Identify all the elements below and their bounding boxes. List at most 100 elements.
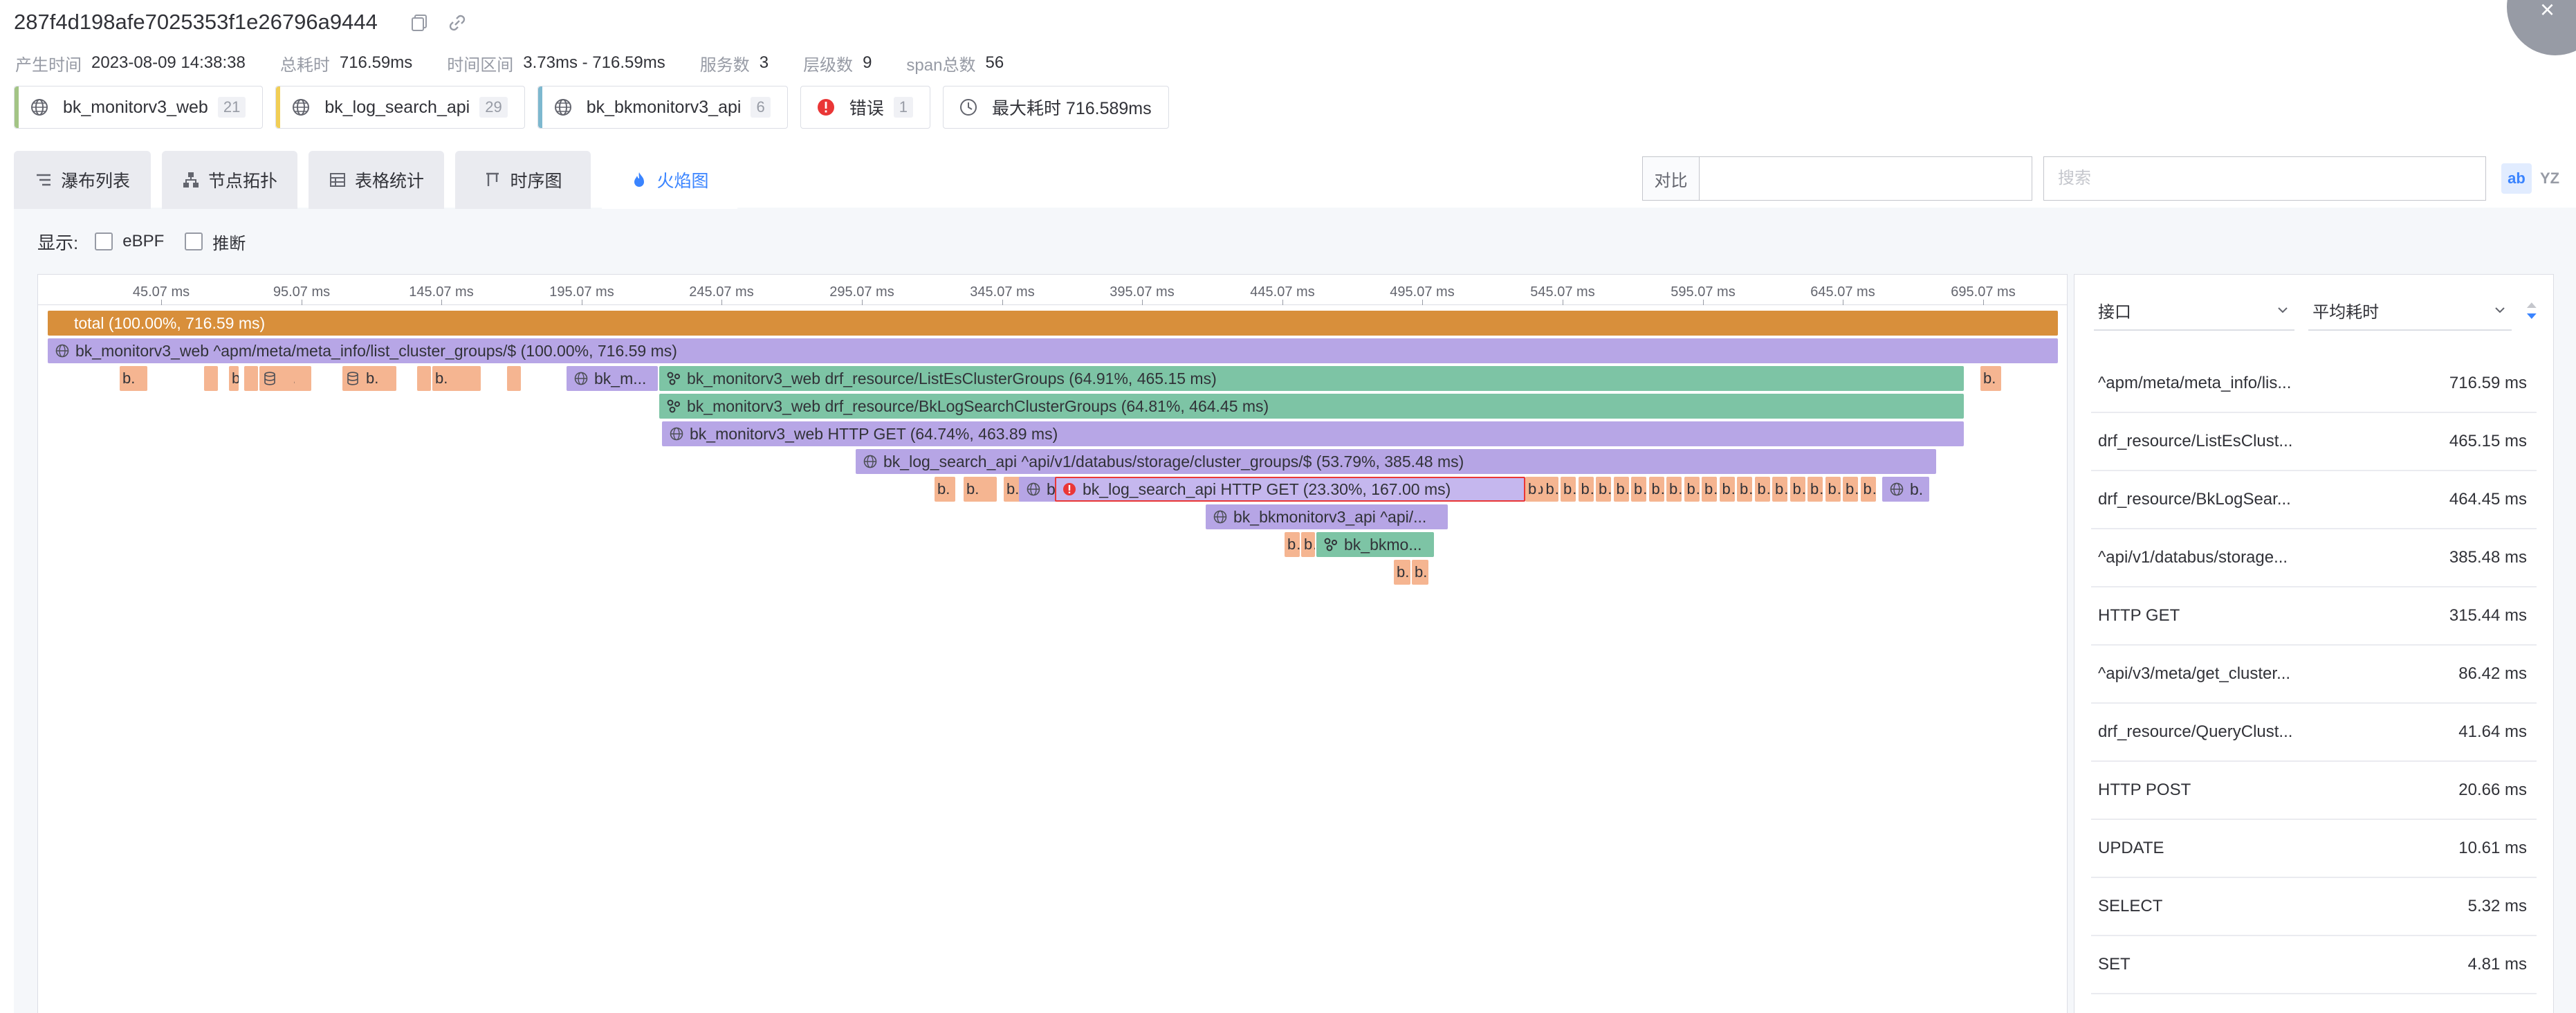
sort-letters-button[interactable]: YZ bbox=[2534, 163, 2565, 194]
axis-tick-label: 495.07 ms bbox=[1390, 284, 1455, 300]
service-tag[interactable]: bk_monitorv3_web 21 bbox=[14, 86, 264, 129]
flame-frame-small[interactable]: b. bbox=[1702, 477, 1717, 502]
flame-frame-small[interactable]: b. bbox=[1825, 477, 1841, 502]
stats-row[interactable]: UPDATE 10.61 ms bbox=[2091, 820, 2537, 878]
tab-waterfall[interactable]: 瀑布列表 bbox=[14, 151, 151, 209]
stats-row[interactable]: SET 4.81 ms bbox=[2091, 936, 2537, 994]
stats-row[interactable]: ^api/v1/databus/storage... 385.48 ms bbox=[2091, 529, 2537, 587]
resize-handle[interactable]: ⋮ bbox=[2068, 897, 2082, 924]
stats-row[interactable]: ^api/v3/meta/get_cluster... 86.42 ms bbox=[2091, 646, 2537, 704]
flame-frame-small[interactable] bbox=[204, 366, 218, 391]
copy-icon[interactable] bbox=[410, 12, 430, 33]
flame-frame[interactable]: bk_m... bbox=[567, 366, 658, 391]
flame-frame[interactable]: bk_bkmo... bbox=[1316, 532, 1434, 557]
flame-graph-panel[interactable]: 45.07 ms 95.07 ms 145.07 ms 195.07 ms 245.07… bbox=[37, 274, 2068, 1013]
inferred-checkbox[interactable] bbox=[185, 232, 203, 250]
flame-frame-small[interactable]: b. bbox=[1737, 477, 1752, 502]
ebpf-checkbox[interactable] bbox=[95, 232, 113, 250]
flame-frame-small[interactable]: b. bbox=[1543, 477, 1558, 502]
link-icon[interactable] bbox=[447, 12, 468, 33]
meta-label: 总耗时 bbox=[279, 55, 330, 75]
display-label: 显示: bbox=[37, 232, 79, 253]
flame-frame[interactable]: b. bbox=[1412, 560, 1428, 585]
axis-tick bbox=[721, 300, 722, 305]
service-tag[interactable]: bk_log_search_api 29 bbox=[275, 86, 525, 129]
error-filter-tag[interactable]: 错误 1 bbox=[800, 86, 930, 129]
flame-search-input[interactable] bbox=[2043, 156, 2486, 201]
flame-frame[interactable]: bk_monitorv3_web drf_resource/BkLogSearc… bbox=[659, 394, 1964, 419]
flame-frame-small[interactable]: b. bbox=[1525, 477, 1540, 502]
flame-frame[interactable]: bk_monitorv3_web drf_resource/ListEsClus… bbox=[659, 366, 1964, 391]
tab-topology[interactable]: 节点拓扑 bbox=[162, 151, 297, 209]
flame-frame-small[interactable]: b. bbox=[1807, 477, 1823, 502]
flame-frame[interactable]: b. bbox=[1285, 532, 1300, 557]
flame-frame[interactable]: b. bbox=[1980, 366, 2001, 391]
flame-frame-small[interactable]: b. bbox=[1666, 477, 1682, 502]
tab-sequence[interactable]: 时序图 bbox=[455, 151, 591, 209]
stats-row[interactable]: drf_resource/ListEsClust... 465.15 ms bbox=[2091, 413, 2537, 471]
service-tag[interactable]: bk_bkmonitorv3_api 6 bbox=[537, 86, 788, 129]
ebpf-label: eBPF bbox=[122, 232, 165, 250]
cluster-icon bbox=[667, 372, 680, 385]
flame-frame[interactable]: b. bbox=[935, 477, 955, 502]
flame-frame-small[interactable]: b. bbox=[1561, 477, 1576, 502]
flame-frame[interactable]: b. bbox=[229, 366, 239, 391]
sort-icon[interactable] bbox=[2524, 297, 2539, 325]
tab-table-stats[interactable]: 表格统计 bbox=[309, 151, 444, 209]
flame-frame[interactable]: bk_bkmonitorv3_api ^api/... bbox=[1206, 504, 1448, 529]
stats-row[interactable]: HTTP POST 20.66 ms bbox=[2091, 762, 2537, 820]
interface-select[interactable]: 接口 bbox=[2094, 291, 2295, 331]
stats-row[interactable]: ^apm/meta/meta_info/lis... 716.59 ms bbox=[2091, 355, 2537, 413]
stats-row[interactable]: drf_resource/QueryClust... 41.64 ms bbox=[2091, 704, 2537, 762]
flame-frame[interactable]: bk_log_search_api HTTP GET (23.30%, 167.… bbox=[1055, 477, 1525, 502]
flame-frame[interactable]: b. bbox=[1301, 532, 1315, 557]
flame-frame-small[interactable]: b. bbox=[1648, 477, 1664, 502]
flame-frame-small[interactable] bbox=[297, 366, 311, 391]
compare-field[interactable]: 对比 bbox=[1642, 156, 2032, 201]
flame-frame-small[interactable] bbox=[417, 366, 431, 391]
flame-frame-small[interactable] bbox=[507, 366, 521, 391]
stats-row[interactable]: SELECT 5.32 ms bbox=[2091, 878, 2537, 936]
flame-frame-small[interactable]: b. bbox=[1613, 477, 1629, 502]
flame-frame[interactable]: bk_monitorv3_web HTTP GET (64.74%, 463.8… bbox=[662, 421, 1964, 446]
flame-frame-small[interactable]: b. bbox=[1684, 477, 1700, 502]
flame-frame-small[interactable] bbox=[280, 366, 294, 391]
flame-frame-small[interactable]: b. bbox=[1790, 477, 1805, 502]
flame-frame-small[interactable] bbox=[244, 366, 258, 391]
flame-frame-small[interactable]: b. bbox=[1860, 477, 1876, 502]
flame-frame-label: b. bbox=[1599, 480, 1611, 498]
flame-frame-small[interactable]: b. bbox=[1772, 477, 1787, 502]
close-button[interactable]: × bbox=[2507, 0, 2576, 55]
meta-label: span总数 bbox=[906, 55, 976, 75]
flame-frame-small[interactable]: b. bbox=[1578, 477, 1594, 502]
service-tag-row: bk_monitorv3_web 21 bk_log_search_api 29… bbox=[14, 86, 1169, 129]
flame-frame[interactable]: b. bbox=[964, 477, 997, 502]
flame-frame-small[interactable]: b. bbox=[1631, 477, 1646, 502]
tab-flame-graph[interactable]: 火焰图 bbox=[602, 151, 737, 209]
match-case-button[interactable]: ab bbox=[2501, 163, 2532, 194]
flame-frame[interactable]: b bbox=[1019, 477, 1060, 502]
sequence-icon bbox=[486, 172, 499, 186]
flame-frame-small[interactable]: b. bbox=[1843, 477, 1858, 502]
flame-frame-small[interactable]: b. bbox=[1754, 477, 1770, 502]
max-duration-tag[interactable]: 最大耗时 716.589ms bbox=[942, 86, 1169, 129]
axis-tick bbox=[1282, 300, 1283, 305]
flame-frame-label: b. bbox=[1810, 480, 1823, 498]
axis-tick-label: 695.07 ms bbox=[1951, 284, 2016, 300]
stats-row[interactable]: HTTP GET 315.44 ms bbox=[2091, 587, 2537, 646]
flame-frame-small[interactable] bbox=[383, 366, 396, 391]
flame-frame-small[interactable] bbox=[452, 366, 466, 391]
metric-select[interactable]: 平均耗时 bbox=[2308, 291, 2512, 331]
flame-frame[interactable]: b. bbox=[1394, 560, 1410, 585]
flame-frame[interactable]: bk_log_search_api ^api/v1/databus/storag… bbox=[856, 449, 1936, 474]
flame-frame[interactable]: bk_monitorv3_web ^apm/meta/meta_info/lis… bbox=[48, 338, 2058, 363]
stats-row-name: UPDATE bbox=[2098, 839, 2164, 857]
stats-row[interactable]: drf_resource/BkLogSear... 464.45 ms bbox=[2091, 471, 2537, 529]
flame-frame[interactable]: total (100.00%, 716.59 ms) bbox=[48, 311, 2058, 336]
flame-frame[interactable]: b. bbox=[120, 366, 147, 391]
flame-frame-small[interactable]: b. bbox=[1596, 477, 1611, 502]
flame-frame-small[interactable]: b. bbox=[1719, 477, 1735, 502]
meta-value: 3.73ms - 716.59ms bbox=[523, 53, 665, 72]
flame-frame[interactable]: b. bbox=[1882, 477, 1929, 502]
flame-frame-label: b. bbox=[1634, 480, 1646, 498]
